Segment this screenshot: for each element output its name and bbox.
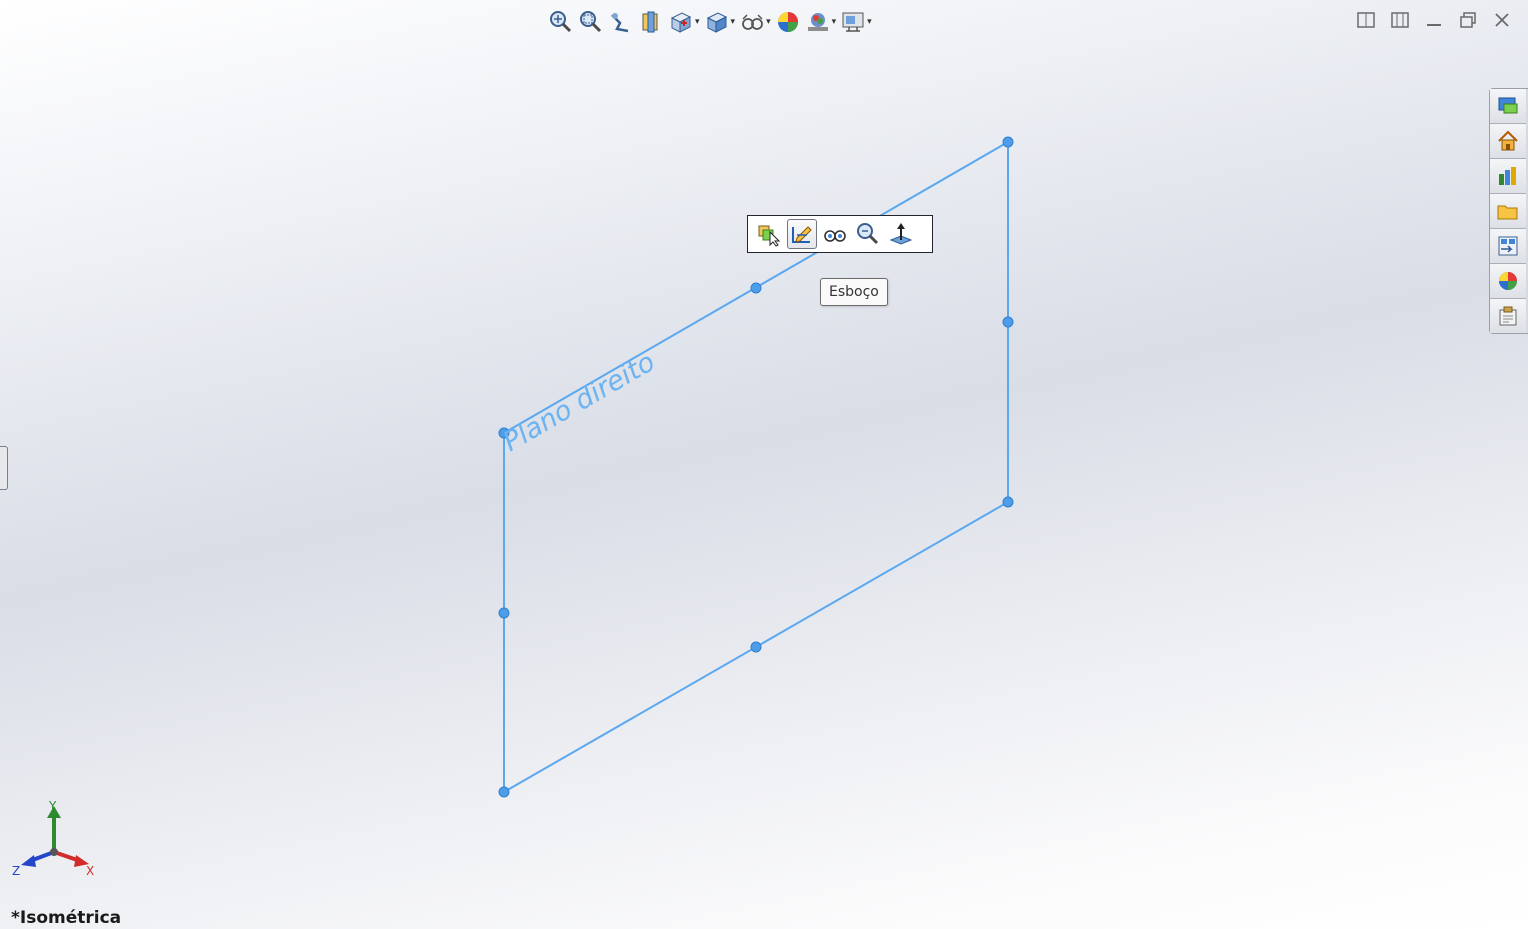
custom-properties-icon [1499,306,1517,326]
dropdown-caret: ▾ [730,17,736,27]
plane-handle [1002,316,1014,328]
plane-handle [1002,496,1014,508]
plane-handle [750,282,762,294]
tab-view-palette[interactable] [1490,229,1526,264]
view-settings-button[interactable]: ▾ [840,8,872,36]
heads-up-view-toolbar: ▾ ▾ ▾ ▾ ▾ [548,6,872,38]
axis-z-label: Z [12,864,20,878]
display-style-icon [706,12,727,33]
tile-horizontal-icon [1357,12,1375,28]
dropdown-caret: ▾ [831,17,837,27]
tab-solidworks-resources[interactable] [1490,89,1526,124]
dropdown-caret: ▾ [766,17,771,27]
previous-view-button[interactable] [608,8,634,36]
close-button[interactable] [1490,8,1514,32]
tile-vertical-icon [1391,12,1409,28]
tab-custom-properties[interactable] [1490,299,1526,333]
view-settings-icon [842,12,864,32]
restore-button[interactable] [1456,8,1480,32]
minimize-button[interactable] [1422,8,1446,32]
tile-horizontal-button[interactable] [1354,8,1378,32]
normal-to-button[interactable] [886,219,916,249]
select-other-button[interactable] [754,219,784,249]
sketch-tooltip: Esboço [820,278,888,306]
context-toolbar [747,215,933,253]
dropdown-caret: ▾ [867,17,872,27]
plane-label: Plano direito [498,346,660,458]
sketch-button[interactable] [787,219,817,249]
view-palette-icon [1498,236,1518,256]
appearances-icon [1499,272,1517,290]
zoom-to-fit-button[interactable] [548,8,574,36]
design-library-icon [1499,167,1516,185]
axis-x-label: X [86,864,94,878]
section-view-icon [642,11,658,33]
close-icon [1495,13,1509,27]
tab-home[interactable] [1490,124,1526,159]
hide-show-icon [824,230,846,242]
apply-scene-button[interactable]: ▾ [805,8,837,36]
zoom-to-selection-icon [857,223,879,245]
dropdown-caret: ▾ [695,17,700,27]
axis-y-label: Y [48,799,57,813]
normal-to-icon [889,223,913,245]
apply-scene-icon [807,13,828,31]
zoom-to-area-button[interactable] [578,8,604,36]
zoom-to-area-icon [580,11,602,33]
plane-handle [498,607,510,619]
plane-handle [1002,136,1014,148]
edit-appearance-button[interactable] [775,8,801,36]
view-orientation-button[interactable]: ▾ [668,8,700,36]
restore-icon [1460,12,1476,28]
sketch-icon [792,226,812,243]
reference-triad: Y X Z [12,799,94,878]
edit-appearance-icon [777,12,798,32]
hide-show-items-icon [742,14,763,30]
previous-view-icon [611,13,629,33]
file-explorer-icon [1497,205,1518,220]
plane-handle [750,641,762,653]
view-orientation-icon [670,12,692,33]
display-style-button[interactable]: ▾ [704,8,736,36]
home-icon [1498,130,1518,151]
minimize-icon [1427,24,1441,26]
tile-vertical-button[interactable] [1388,8,1412,32]
sketch-plane-graphic[interactable]: Plano direito Y X Z [0,0,1528,929]
select-other-icon [758,225,781,247]
solidworks-resources-icon [1498,97,1518,114]
tab-appearances[interactable] [1490,264,1526,299]
graphics-area[interactable]: Plano direito Y X Z ▾ ▾ ▾ ▾ ▾ Esboço *Is… [0,0,1528,929]
zoom-to-fit-icon [550,11,572,33]
task-pane-tabs [1489,88,1528,334]
view-orientation-label: *Isométrica [11,908,122,928]
plane-handle [498,786,510,798]
tab-design-library[interactable] [1490,159,1526,194]
hide-show-button[interactable] [820,219,850,249]
section-view-button[interactable] [638,8,664,36]
hide-show-items-button[interactable]: ▾ [739,8,771,36]
panel-collapse-handle[interactable] [0,446,8,490]
tab-file-explorer[interactable] [1490,194,1526,229]
zoom-to-selection-button[interactable] [853,219,883,249]
window-controls [1354,8,1514,32]
